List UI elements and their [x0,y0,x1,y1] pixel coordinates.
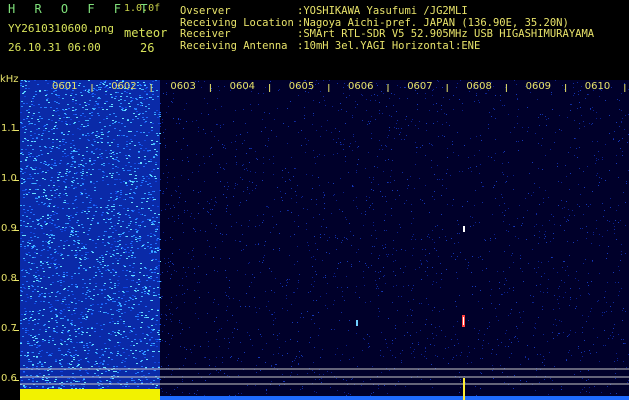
observer-label: Ovserver [180,5,231,17]
time-tick-label: 0607 [407,81,433,92]
meteor-label: meteor [124,26,168,40]
freq-tick [14,130,19,131]
antenna-label: Receiving Antenna [180,39,288,52]
freq-tick-label: 1.1 [1,123,17,134]
freq-tick [14,280,19,281]
spectrogram [20,80,629,400]
time-tick-label: 0605 [288,81,315,92]
receiver-label: Receiver [180,28,231,40]
axis-unit: kHz [0,74,19,85]
spectrogram-canvas [20,80,629,400]
meteor-echo [463,226,465,232]
time-tick-label: 0601 [52,81,78,92]
time-tick-label: 0606 [348,81,374,92]
freq-tick-label: 0.6 [1,373,17,384]
carrier-baseline [20,389,160,400]
meteor-echo [356,320,358,326]
carrier-baseline [160,396,629,400]
receiver-value: :SMArt RTL-SDR V5 52.905MHz USB HIGASHIM… [297,28,595,40]
meteor-count: 26 [140,41,155,55]
time-tick-label: 0609 [525,81,552,92]
freq-tick [14,180,19,181]
time-tick-label: 0608 [466,81,492,92]
freq-tick [14,380,19,381]
meteor-echo [463,317,464,325]
freq-tick-label: 0.7 [1,323,17,334]
antenna-value: :10mH 3el.YAGI Horizontal:ENE [297,39,481,52]
meteor-echo [463,378,465,400]
freq-tick [14,330,19,331]
datetime: 26.10.31 06:00 [8,41,101,54]
freq-tick-label: 1.0 [1,173,17,184]
time-tick-label: 0602 [111,81,137,92]
filename: YY2610310600.png [8,22,114,35]
header: H R O F F T 1.0.0f YY2610310600.png mete… [0,0,629,80]
freq-tick [14,230,19,231]
time-tick-label: 0603 [170,81,196,92]
app-version: 1.0.0f [124,3,161,14]
freq-tick-label: 0.8 [1,273,17,284]
time-tick-label: 0604 [229,81,256,92]
time-tick-label: 0610 [584,81,611,92]
freq-tick-label: 0.9 [1,223,17,234]
observer-value: :YOSHIKAWA Yasufumi /JG2MLI [297,5,468,17]
